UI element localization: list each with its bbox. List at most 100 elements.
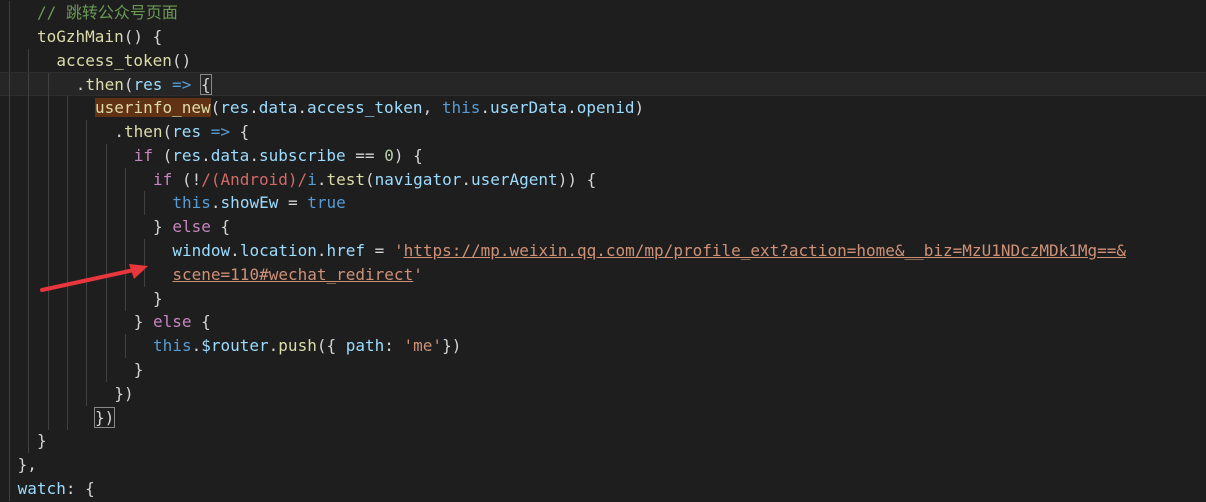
code-token: res <box>172 122 202 141</box>
code-line[interactable]: // 跳转公众号页面 <box>0 1 1206 25</box>
code-token: openid <box>576 98 635 118</box>
code-line[interactable]: scene=110#wechat_redirect' <box>0 262 1206 287</box>
code-token: then <box>124 122 163 141</box>
code-token: toGzhMain <box>37 26 124 46</box>
code-line[interactable]: toGzhMain() { <box>0 24 1206 49</box>
code-line[interactable]: .then(res => { <box>0 120 1206 144</box>
code-text: watch: { <box>18 477 95 501</box>
code-token: href <box>326 241 366 260</box>
indent-guide <box>28 310 30 335</box>
code-editor[interactable]: // 跳转公众号页面 toGzhMain() {access_token() .th… <box>0 0 1206 502</box>
indent-guide <box>67 239 69 263</box>
code-token: // 跳转公众号页面 <box>37 3 178 22</box>
indent-guide <box>47 310 49 335</box>
indent-guide <box>9 215 10 240</box>
indent-guide <box>28 286 30 311</box>
code-text: .then(res => { <box>114 120 249 144</box>
code-token: ) <box>634 98 645 118</box>
indent-guide <box>47 120 49 144</box>
indent-guide <box>28 120 30 144</box>
indent-guide <box>67 405 69 430</box>
code-token: }) <box>94 406 116 428</box>
indent-guide <box>28 262 30 287</box>
indent-guide <box>9 96 10 121</box>
code-line[interactable]: .then(res => { <box>0 72 1206 98</box>
code-token: window <box>172 241 231 260</box>
code-line[interactable]: userinfo_new(res.data.access_token, this… <box>0 96 1206 121</box>
code-token: }) <box>442 336 462 356</box>
code-text: }) <box>114 382 133 406</box>
code-token: = <box>365 241 394 260</box>
indent-guide <box>9 1 10 25</box>
code-text: } else { <box>134 310 211 334</box>
code-token: ( <box>365 169 375 189</box>
code-token: = <box>278 193 308 213</box>
code-line[interactable]: if (!/(Android)/i.test(navigator.userAge… <box>0 167 1206 192</box>
indent-guide <box>28 239 30 263</box>
code-text: // 跳转公众号页面 <box>37 1 178 25</box>
code-line[interactable]: window.location.href = 'https://mp.weixi… <box>0 239 1206 263</box>
code-token: . <box>249 145 259 165</box>
code-token: access_token <box>306 98 423 118</box>
indent-guide <box>67 215 69 240</box>
code-token: ( <box>152 145 173 165</box>
code-token: . <box>567 98 577 118</box>
indent-guide <box>28 143 30 168</box>
indent-guide <box>9 453 10 478</box>
code-line[interactable]: if (res.data.subscribe == 0) { <box>0 143 1206 168</box>
code-line[interactable]: } <box>0 429 1206 454</box>
code-line[interactable]: }, <box>0 453 1206 478</box>
indent-guide <box>105 167 107 192</box>
indent-guide <box>86 334 88 359</box>
code-line[interactable]: } else { <box>0 310 1206 335</box>
code-text: if (!/(Android)/i.test(navigator.userAge… <box>153 168 596 192</box>
indent-guide <box>86 120 88 144</box>
code-token: }) <box>114 383 134 403</box>
code-token: i <box>307 169 317 189</box>
code-line[interactable]: this.$router.push({ path: 'me'}) <box>0 334 1206 359</box>
code-line[interactable]: this.showEw = true <box>0 191 1206 216</box>
code-token: else <box>172 217 211 237</box>
code-line[interactable]: }) <box>0 381 1206 406</box>
indent-guide <box>105 334 107 359</box>
indent-guide <box>9 262 10 287</box>
indent-guide <box>47 239 49 263</box>
code-token: . <box>114 122 124 141</box>
code-token: )) { <box>557 169 597 189</box>
code-line[interactable]: watch: { <box>0 477 1206 501</box>
indent-guide <box>28 429 30 454</box>
code-line[interactable]: }) <box>0 405 1206 430</box>
indent-guide <box>125 239 127 263</box>
code-token: $router <box>201 336 269 356</box>
indent-guide <box>9 24 10 49</box>
code-token: userData <box>490 98 568 118</box>
code-text: this.showEw = true <box>172 191 345 215</box>
indent-guide <box>47 73 49 98</box>
indent-guide <box>105 191 107 216</box>
code-line[interactable]: access_token() <box>0 48 1206 73</box>
code-token: res <box>133 75 163 95</box>
code-token: true <box>307 193 346 213</box>
code-token: : <box>384 336 404 356</box>
indent-guide <box>47 405 49 430</box>
code-text: }) <box>94 406 116 430</box>
code-token: . <box>75 75 86 95</box>
indent-guide <box>47 143 49 168</box>
code-token: . <box>480 98 490 118</box>
code-line[interactable]: } <box>0 286 1206 311</box>
code-text: } <box>37 429 47 453</box>
indent-guide <box>9 310 10 335</box>
code-line[interactable]: } <box>0 358 1206 382</box>
code-line[interactable]: } else { <box>0 215 1206 240</box>
code-token: => <box>210 122 230 141</box>
indent-guide <box>9 167 10 192</box>
indent-guide <box>9 334 10 359</box>
code-token: () <box>171 50 192 70</box>
code-token: ( <box>210 98 221 118</box>
code-text: .then(res => { <box>75 73 212 97</box>
indent-guide <box>105 239 107 263</box>
code-token: watch <box>17 479 66 498</box>
indent-guide <box>47 262 49 287</box>
